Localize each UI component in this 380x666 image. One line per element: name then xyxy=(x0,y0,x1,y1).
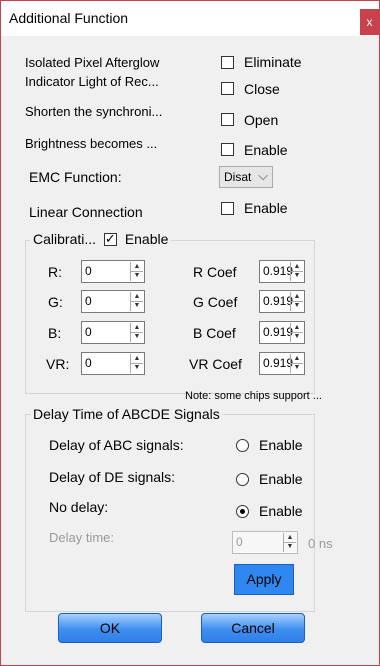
delay-group-title: Delay Time of ABCDE Signals xyxy=(30,406,223,422)
linear-connection-label: Linear Connection xyxy=(29,204,143,220)
g-coef-label: G Coef xyxy=(193,294,238,310)
calibration-enable-label: Enable xyxy=(124,231,169,247)
r-value: 0 xyxy=(85,264,92,278)
title-bar: Additional Function x xyxy=(1,1,379,36)
r-down-icon[interactable]: ▼ xyxy=(131,271,143,280)
g-value: 0 xyxy=(85,294,92,308)
eliminate-checkbox[interactable] xyxy=(221,56,234,69)
delay-time-stepper[interactable]: 0 ▲ ▼ xyxy=(232,531,298,554)
b-stepper[interactable]: 0 ▲ ▼ xyxy=(81,321,145,344)
chips-note: Note: some chips support ... xyxy=(185,390,322,402)
apply-button[interactable]: Apply xyxy=(234,564,294,595)
brightness-label: Brightness becomes ... xyxy=(25,136,158,151)
delay-time-unit: 0 ns xyxy=(308,536,333,551)
linear-enable-checkbox[interactable] xyxy=(221,202,234,215)
delay-de-enable-label: Enable xyxy=(259,471,303,487)
dialog-title: Additional Function xyxy=(9,10,129,26)
close-button[interactable]: x xyxy=(360,9,379,35)
g-down-icon[interactable]: ▼ xyxy=(131,301,143,310)
open-checkbox[interactable] xyxy=(221,113,234,126)
g-coef-down-icon[interactable]: ▼ xyxy=(291,301,303,310)
delay-abc-label: Delay of ABC signals: xyxy=(49,437,184,453)
vr-label: VR: xyxy=(46,356,70,372)
vr-value: 0 xyxy=(85,356,92,370)
ok-button[interactable]: OK xyxy=(58,613,162,643)
vr-stepper[interactable]: 0 ▲ ▼ xyxy=(81,352,145,375)
b-coef-label: B Coef xyxy=(193,325,236,341)
b-coef-down-icon[interactable]: ▼ xyxy=(291,332,303,341)
additional-function-dialog: Additional Function x Isolated Pixel Aft… xyxy=(0,0,380,666)
vr-coef-stepper[interactable]: 0.919 ▲ ▼ xyxy=(259,352,305,375)
vr-down-icon[interactable]: ▼ xyxy=(131,363,143,372)
vr-coef-down-icon[interactable]: ▼ xyxy=(291,363,303,372)
g-coef-value: 0.919 xyxy=(263,294,294,308)
g-label: G: xyxy=(48,294,63,310)
emc-select-value: Disat xyxy=(224,170,252,184)
vr-coef-value: 0.919 xyxy=(263,356,294,370)
close-label: Close xyxy=(244,81,280,97)
r-coef-down-icon[interactable]: ▼ xyxy=(291,271,303,280)
b-coef-value: 0.919 xyxy=(263,325,294,339)
r-label: R: xyxy=(48,264,62,280)
emc-select[interactable]: Disat ⌵ xyxy=(219,166,273,188)
close-checkbox[interactable] xyxy=(221,82,234,95)
r-stepper[interactable]: 0 ▲ ▼ xyxy=(81,260,145,283)
delay-time-value: 0 xyxy=(236,535,243,549)
shorten-sync-label: Shorten the synchroni... xyxy=(25,104,163,119)
delay-time-label: Delay time: xyxy=(49,530,115,545)
r-coef-stepper[interactable]: 0.919 ▲ ▼ xyxy=(259,260,305,283)
no-delay-radio[interactable] xyxy=(236,505,249,518)
g-stepper[interactable]: 0 ▲ ▼ xyxy=(81,290,145,313)
delay-de-radio[interactable] xyxy=(236,473,249,486)
linear-enable-label: Enable xyxy=(244,200,288,216)
cancel-button[interactable]: Cancel xyxy=(201,613,305,643)
delay-de-label: Delay of DE signals: xyxy=(49,469,176,485)
open-label: Open xyxy=(244,112,279,128)
no-delay-label: No delay: xyxy=(49,499,109,515)
no-delay-enable-label: Enable xyxy=(259,503,303,519)
r-coef-value: 0.919 xyxy=(263,264,294,278)
calibration-title: Calibrati... xyxy=(33,231,97,247)
dialog-content: Isolated Pixel Afterglow Eliminate Indic… xyxy=(1,36,379,665)
g-coef-stepper[interactable]: 0.919 ▲ ▼ xyxy=(259,290,305,313)
delay-time-down-icon[interactable]: ▼ xyxy=(284,542,296,551)
r-coef-label: R Coef xyxy=(193,264,237,280)
b-coef-stepper[interactable]: 0.919 ▲ ▼ xyxy=(259,321,305,344)
delay-abc-radio[interactable] xyxy=(236,439,249,452)
b-label: B: xyxy=(48,325,62,341)
b-value: 0 xyxy=(85,325,92,339)
brightness-enable-checkbox[interactable] xyxy=(221,143,234,156)
brightness-enable-label: Enable xyxy=(244,142,288,158)
calibration-enable-checkbox[interactable] xyxy=(103,231,117,247)
b-down-icon[interactable]: ▼ xyxy=(131,332,143,341)
emc-label: EMC Function: xyxy=(29,169,122,185)
eliminate-label: Eliminate xyxy=(244,54,302,70)
isolated-pixel-label: Isolated Pixel Afterglow xyxy=(25,55,160,70)
delay-abc-enable-label: Enable xyxy=(259,437,303,453)
calibration-legend: Calibrati... Enable xyxy=(30,231,172,251)
chevron-down-icon: ⌵ xyxy=(258,168,268,183)
indicator-light-label: Indicator Light of Rec... xyxy=(25,74,159,89)
vr-coef-label: VR Coef xyxy=(189,356,242,372)
